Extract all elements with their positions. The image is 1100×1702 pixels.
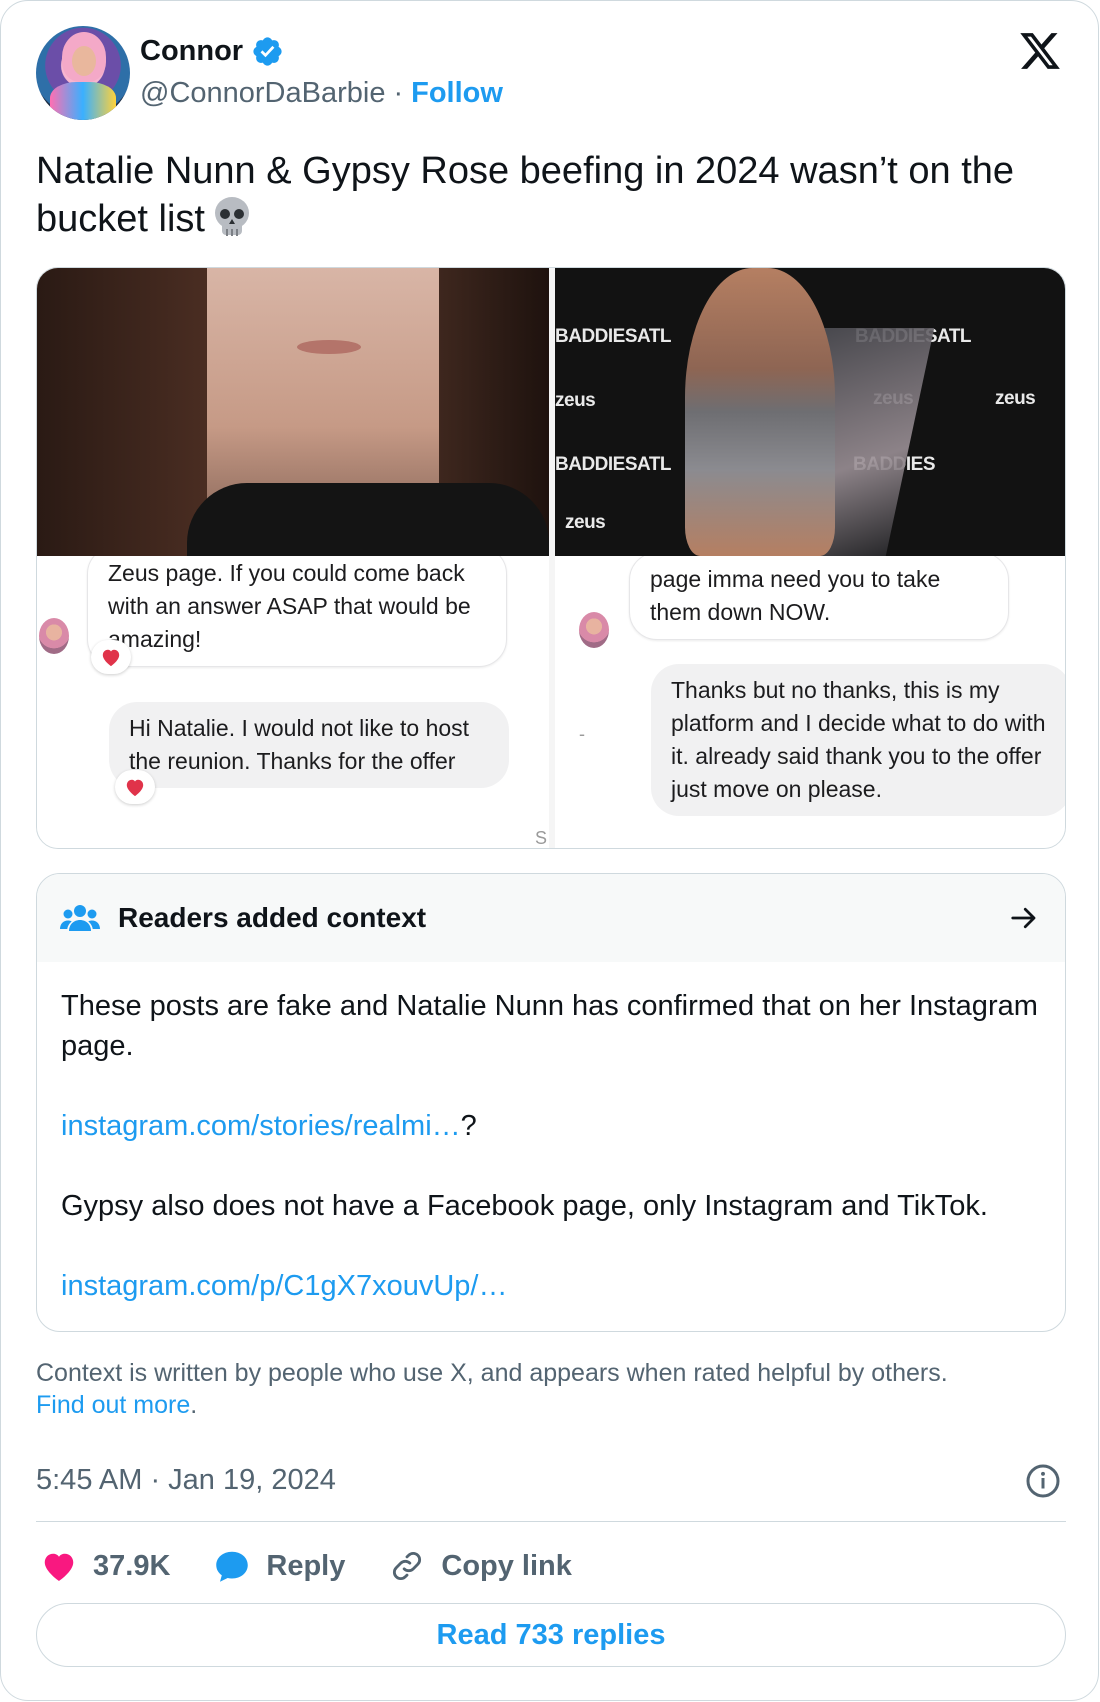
tweet-actions: 37.9K Reply Copy link [41, 1544, 616, 1588]
note-link[interactable]: instagram.com/p/C1gX7xouvUp/… [61, 1270, 507, 1302]
arrow-right-icon[interactable] [1007, 903, 1041, 933]
handle-separator: · [393, 77, 404, 109]
speech-bubble-icon [216, 1551, 249, 1582]
watermark: zeus [555, 390, 596, 411]
watermark: BADDIESATL [555, 326, 672, 347]
heart-icon [44, 1553, 74, 1581]
chat-avatar [579, 612, 609, 648]
disclaimer-text: Context is written by people who use X, … [36, 1359, 948, 1387]
author-handle[interactable]: @ConnorDaBarbie [140, 77, 385, 110]
link-icon [393, 1552, 422, 1580]
read-replies-button[interactable]: Read 733 replies [36, 1603, 1066, 1667]
follow-button[interactable]: Follow [411, 77, 503, 110]
disclaimer-suffix: . [190, 1391, 198, 1419]
find-out-more-link[interactable]: Find out more [36, 1391, 190, 1419]
author-name[interactable]: Connor [140, 35, 243, 68]
reply-label: Reply [266, 1549, 346, 1582]
tweet-media[interactable]: BADDIESATL zeus BADDIESATL zeus BADDIESA… [36, 267, 1066, 849]
heart-reaction-icon [115, 770, 155, 804]
tweet-text-content: Natalie Nunn & Gypsy Rose beefing in 202… [36, 150, 1015, 240]
like-button[interactable]: 37.9K [41, 1549, 170, 1583]
x-logo-icon[interactable] [1017, 29, 1063, 73]
chat-bubble: Hi Natalie. I would not like to host the… [109, 702, 509, 788]
media-photo-left[interactable] [37, 268, 549, 556]
info-icon[interactable] [1025, 1463, 1061, 1499]
note-link-row: instagram.com/stories/realmi…? [61, 1106, 1041, 1146]
community-note-title: Readers added context [118, 902, 427, 933]
note-link-suffix: ? [460, 1110, 477, 1142]
chat-bubble: Zeus page. If you could come back with a… [87, 556, 507, 667]
chat-avatar [39, 618, 69, 654]
copy-link-label: Copy link [441, 1549, 572, 1582]
note-paragraph: Gypsy also does not have a Facebook page… [61, 1190, 988, 1222]
community-note-header[interactable]: Readers added context [37, 874, 1065, 962]
chat-screenshot-right: page imma need you to take them down NOW… [555, 556, 1065, 848]
chat-bubble: Thanks but no thanks, this is my platfor… [651, 664, 1065, 816]
heart-reaction-icon [91, 640, 131, 674]
stray-text: - [579, 724, 585, 744]
skull-icon [214, 197, 249, 236]
chat-bubble: page imma need you to take them down NOW… [629, 556, 1009, 640]
watermark: zeus [565, 512, 606, 533]
tweet-card: Connor @ConnorDaBarbie · Follow Natalie … [0, 0, 1099, 1701]
author-avatar[interactable] [36, 26, 130, 120]
note-link[interactable]: instagram.com/stories/realmi… [61, 1110, 461, 1142]
tweet-timestamp[interactable]: 5:45 AM · Jan 19, 2024 [36, 1464, 336, 1497]
note-link-row: instagram.com/p/C1gX7xouvUp/… [61, 1266, 1041, 1306]
verified-badge-icon [253, 37, 282, 66]
people-icon [60, 905, 100, 931]
like-count: 37.9K [93, 1549, 171, 1582]
watermark: zeus [995, 388, 1036, 409]
media-photo-right[interactable]: BADDIESATL zeus BADDIESATL zeus BADDIESA… [555, 268, 1065, 556]
watermark: BADDIESATL [555, 454, 672, 475]
author-handle-row: @ConnorDaBarbie · Follow [140, 77, 503, 110]
tweet-text: Natalie Nunn & Gypsy Rose beefing in 202… [36, 147, 1066, 243]
chat-screenshot-left: Zeus page. If you could come back with a… [37, 556, 549, 848]
copy-link-button[interactable]: Copy link [389, 1549, 572, 1583]
reply-button[interactable]: Reply [214, 1549, 345, 1583]
stray-text: S [535, 828, 548, 848]
author-name-row: Connor [140, 35, 284, 68]
note-paragraph: These posts are fake and Natalie Nunn ha… [61, 990, 1038, 1062]
divider [36, 1521, 1066, 1522]
community-note-disclaimer: Context is written by people who use X, … [36, 1357, 1066, 1421]
community-note-body: These posts are fake and Natalie Nunn ha… [61, 986, 1041, 1331]
community-note[interactable]: Readers added context These posts are fa… [36, 873, 1066, 1332]
